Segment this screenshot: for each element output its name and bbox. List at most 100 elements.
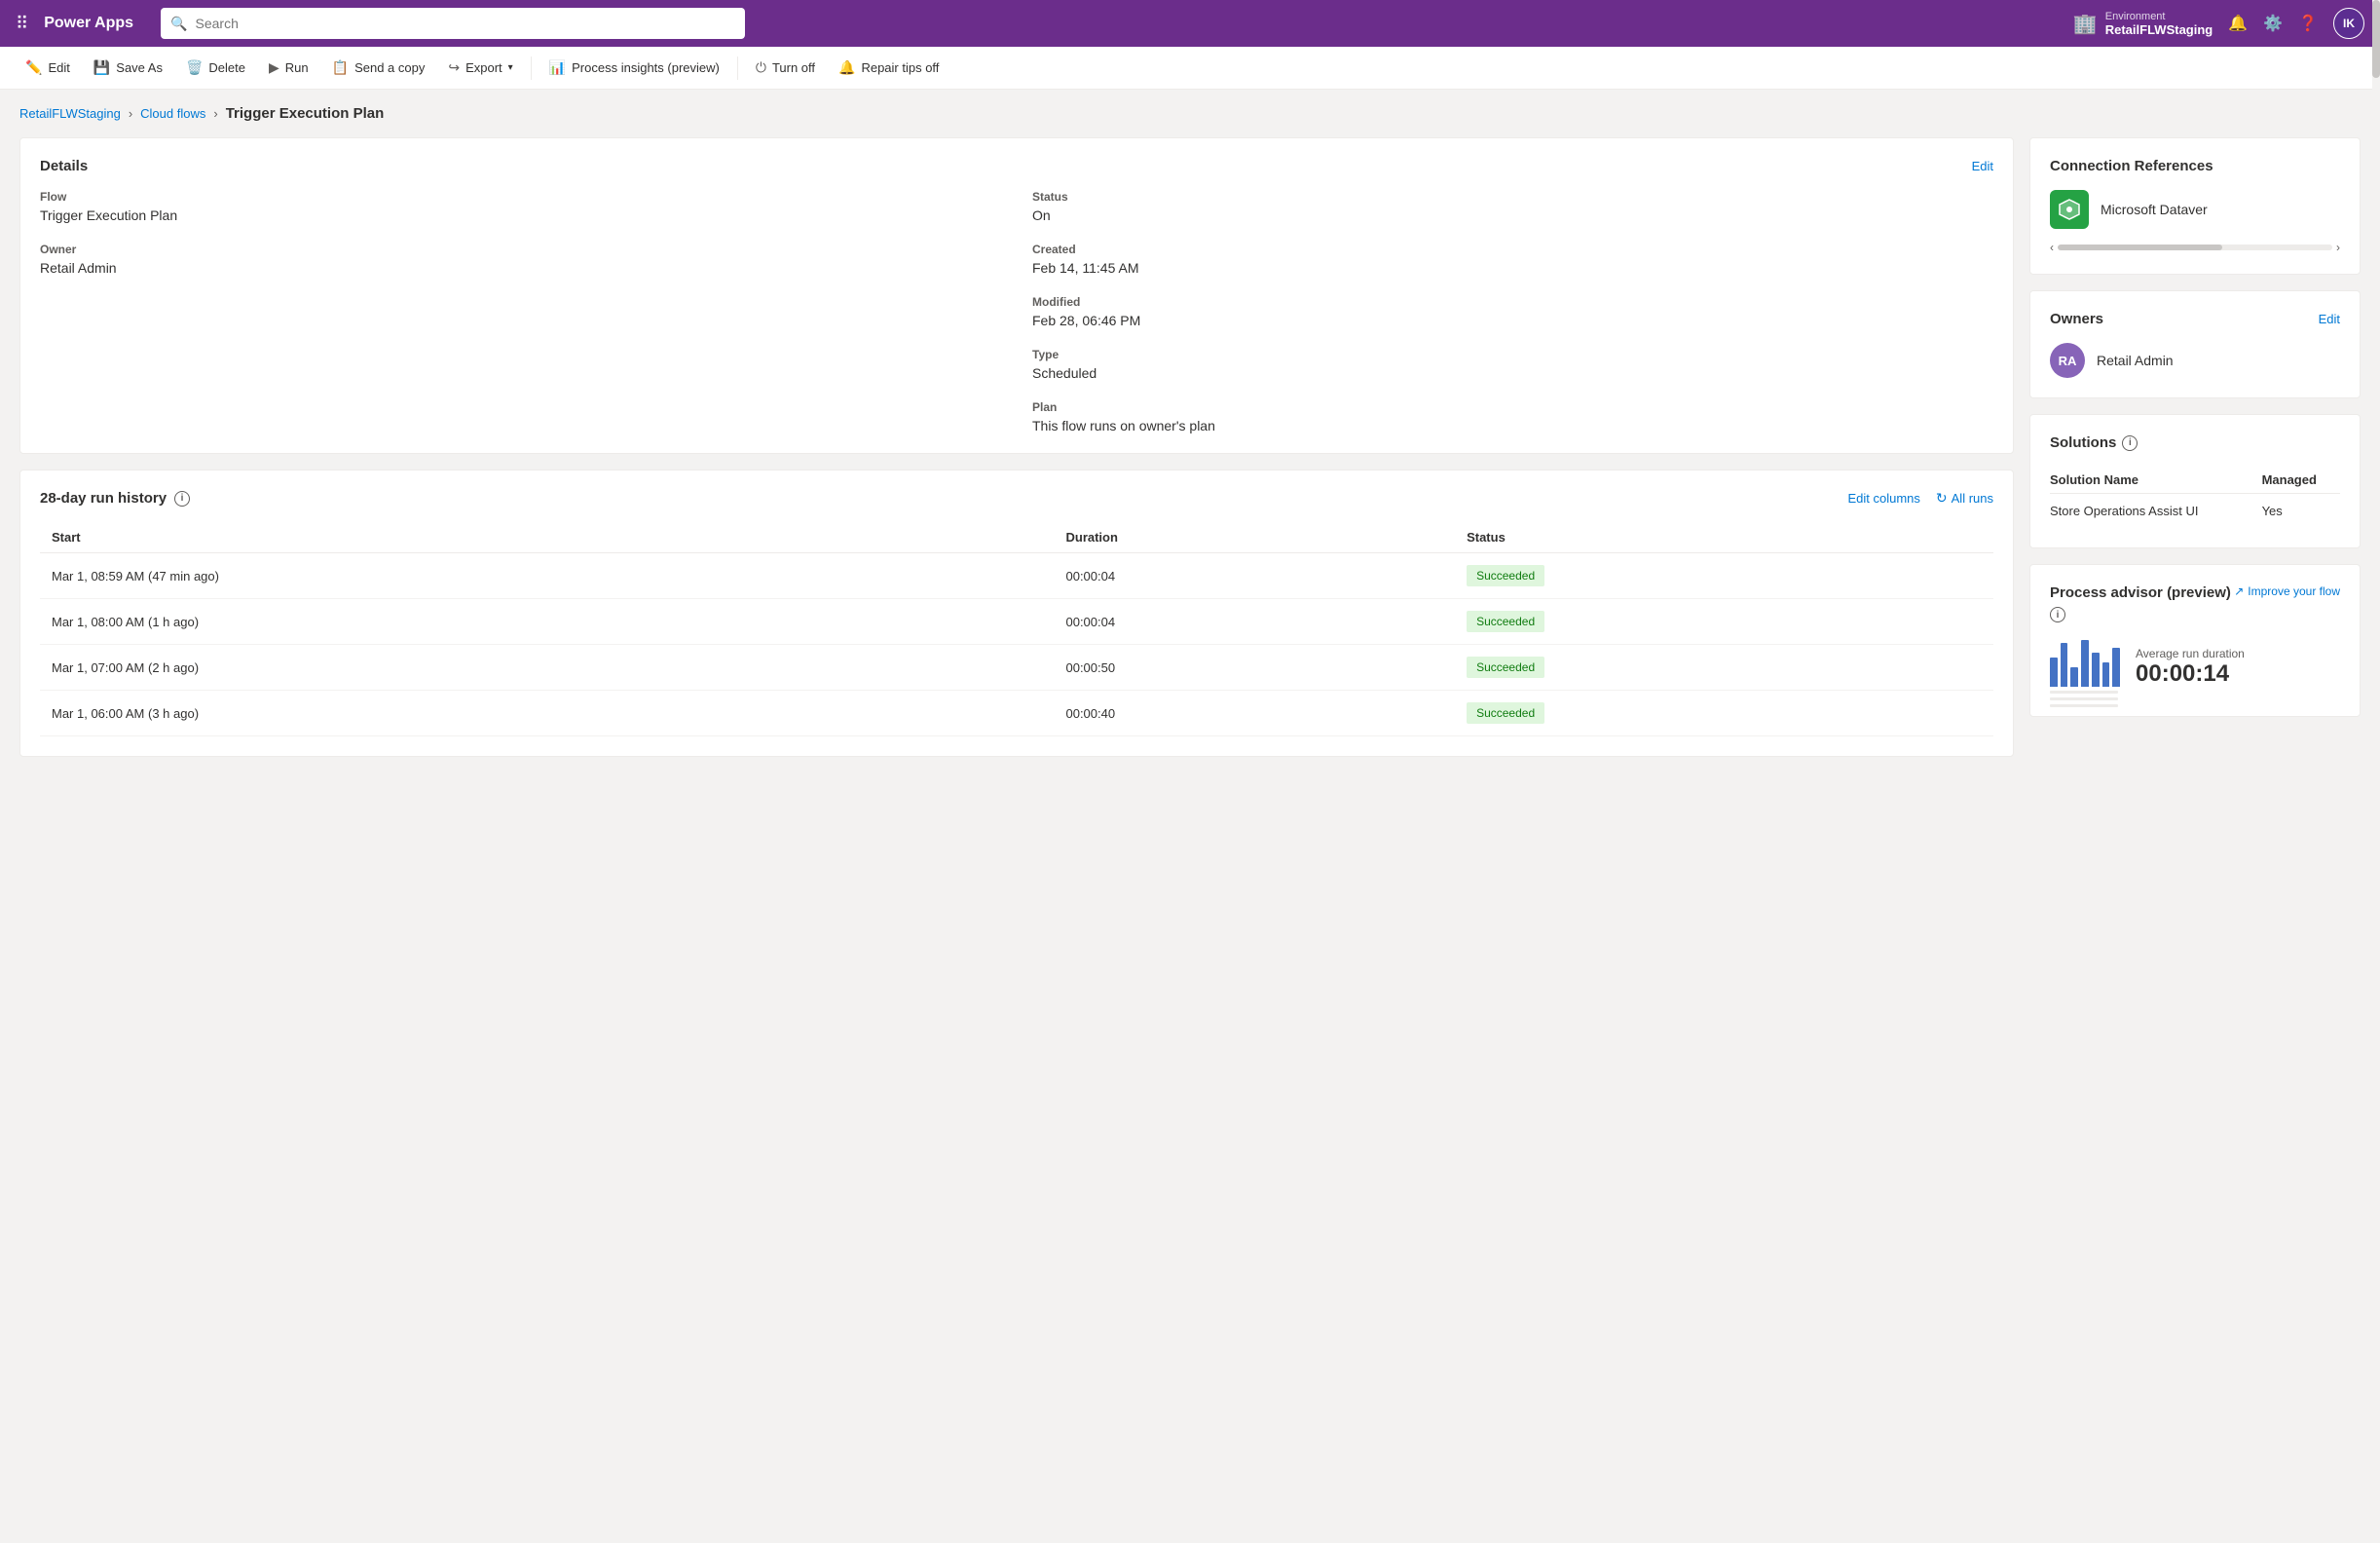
- solutions-info-icon[interactable]: i: [2122, 435, 2138, 451]
- waffle-icon[interactable]: ⠿: [16, 14, 28, 34]
- details-edit-link[interactable]: Edit: [1972, 159, 1993, 173]
- table-row[interactable]: Mar 1, 07:00 AM (2 h ago) 00:00:50 Succe…: [40, 645, 1993, 691]
- run-start: Mar 1, 07:00 AM (2 h ago): [40, 645, 1054, 691]
- environment-icon: 🏢: [2073, 12, 2098, 36]
- plan-detail: Plan This flow runs on owner's plan: [1032, 400, 1993, 433]
- run-start: Mar 1, 06:00 AM (3 h ago): [40, 691, 1054, 736]
- scrollbar-track[interactable]: [2372, 0, 2380, 1543]
- scroll-indicator: ‹ ›: [2050, 241, 2340, 254]
- advisor-content: Average run duration 00:00:14: [2050, 638, 2340, 696]
- notification-button[interactable]: 🔔: [2228, 14, 2248, 33]
- status-badge: Succeeded: [1467, 657, 1544, 678]
- right-column: Connection References Microsoft Dataver …: [2029, 137, 2361, 757]
- improve-flow-link[interactable]: ↗ Improve your flow: [2234, 584, 2340, 598]
- solutions-card: Solutions i Solution Name Managed Store …: [2029, 414, 2361, 548]
- run-duration: 00:00:04: [1054, 553, 1455, 599]
- chart-bar-4: [2081, 640, 2089, 687]
- run-start: Mar 1, 08:00 AM (1 h ago): [40, 599, 1054, 645]
- solutions-header: Solutions i: [2050, 434, 2340, 451]
- owners-edit-link[interactable]: Edit: [2319, 312, 2340, 326]
- table-row[interactable]: Mar 1, 06:00 AM (3 h ago) 00:00:40 Succe…: [40, 691, 1993, 736]
- run-history-header: 28-day run history i Edit columns ↻ All …: [40, 490, 1993, 507]
- run-icon: ▶: [269, 59, 279, 76]
- toolbar-divider-2: [737, 56, 738, 80]
- scroll-thumb: [2058, 245, 2222, 250]
- owners-header: Owners Edit: [2050, 311, 2340, 327]
- owner-label: Owner: [40, 243, 1001, 256]
- search-input[interactable]: [196, 16, 736, 31]
- type-detail: Type Scheduled: [1032, 348, 1993, 381]
- run-status: Succeeded: [1455, 599, 1993, 645]
- col-solution-name: Solution Name: [2050, 467, 2262, 494]
- process-advisor-card: Process advisor (preview) i ↗ Improve yo…: [2029, 564, 2361, 717]
- status-badge: Succeeded: [1467, 565, 1544, 586]
- run-duration: 00:00:40: [1054, 691, 1455, 736]
- save-as-icon: 💾: [93, 59, 110, 76]
- settings-button[interactable]: ⚙️: [2263, 14, 2283, 33]
- run-status: Succeeded: [1455, 645, 1993, 691]
- run-history-header-row: Start Duration Status: [40, 522, 1993, 553]
- breadcrumb-current: Trigger Execution Plan: [226, 105, 385, 122]
- all-runs-link[interactable]: ↻ All runs: [1936, 490, 1993, 507]
- repair-tips-button[interactable]: 🔔 Repair tips off: [829, 54, 948, 82]
- breadcrumb-cloud-flows[interactable]: Cloud flows: [140, 106, 205, 121]
- edit-button[interactable]: ✏️ Edit: [16, 54, 80, 82]
- toolbar: ✏️ Edit 💾 Save As 🗑️ Delete ▶ Run 📋 Send…: [0, 47, 2380, 90]
- delete-icon: 🗑️: [186, 59, 203, 76]
- table-row[interactable]: Mar 1, 08:00 AM (1 h ago) 00:00:04 Succe…: [40, 599, 1993, 645]
- turn-off-button[interactable]: ⏻ Turn off: [746, 54, 825, 82]
- chart-bar-6: [2102, 662, 2110, 687]
- status-value: On: [1032, 207, 1993, 223]
- help-button[interactable]: ❓: [2298, 14, 2318, 33]
- chart-lines: [2050, 691, 2120, 707]
- chart-bars: [2050, 638, 2120, 687]
- scroll-left-icon[interactable]: ‹: [2050, 241, 2054, 254]
- chart-bar-7: [2112, 648, 2120, 687]
- run-history-info-icon[interactable]: i: [174, 491, 190, 507]
- connection-icon: [2050, 190, 2089, 229]
- flow-value: Trigger Execution Plan: [40, 207, 1001, 223]
- advisor-stats: Average run duration 00:00:14: [2136, 647, 2340, 688]
- table-row[interactable]: Mar 1, 08:59 AM (47 min ago) 00:00:04 Su…: [40, 553, 1993, 599]
- connection-references-header: Connection References: [2050, 158, 2340, 174]
- send-copy-button[interactable]: 📋 Send a copy: [322, 54, 435, 82]
- owner-item: RA Retail Admin: [2050, 343, 2340, 378]
- owners-title: Owners: [2050, 311, 2103, 327]
- process-advisor-header: Process advisor (preview) i ↗ Improve yo…: [2050, 584, 2340, 622]
- breadcrumb-env[interactable]: RetailFLWStaging: [19, 106, 121, 121]
- scroll-right-icon[interactable]: ›: [2336, 241, 2340, 254]
- refresh-icon: ↻: [1936, 490, 1948, 507]
- toolbar-divider: [531, 56, 532, 80]
- edit-columns-link[interactable]: Edit columns: [1847, 491, 1919, 506]
- plan-label: Plan: [1032, 400, 1993, 414]
- process-insights-button[interactable]: 📊 Process insights (preview): [539, 54, 729, 82]
- run-start: Mar 1, 08:59 AM (47 min ago): [40, 553, 1054, 599]
- run-button[interactable]: ▶ Run: [259, 54, 318, 82]
- export-chevron-icon: ▾: [508, 62, 513, 73]
- details-card: Details Edit Flow Trigger Execution Plan…: [19, 137, 2014, 454]
- list-item: Store Operations Assist UI Yes: [2050, 494, 2340, 529]
- delete-button[interactable]: 🗑️ Delete: [176, 54, 255, 82]
- process-insights-icon: 📊: [549, 59, 566, 76]
- left-column: Details Edit Flow Trigger Execution Plan…: [19, 137, 2014, 757]
- run-status: Succeeded: [1455, 553, 1993, 599]
- process-advisor-info-icon[interactable]: i: [2050, 607, 2065, 622]
- save-as-button[interactable]: 💾 Save As: [84, 54, 172, 82]
- connection-references-card: Connection References Microsoft Dataver …: [2029, 137, 2361, 275]
- details-grid: Flow Trigger Execution Plan Status On Ow…: [40, 190, 1993, 433]
- search-box[interactable]: 🔍: [161, 8, 745, 39]
- environment-label: Environment: [2105, 11, 2166, 22]
- status-badge: Succeeded: [1467, 702, 1544, 724]
- edit-icon: ✏️: [25, 59, 42, 76]
- chart-line-2: [2050, 697, 2118, 700]
- scrollbar-thumb[interactable]: [2372, 0, 2380, 78]
- turn-off-icon: ⏻: [756, 59, 766, 76]
- environment-info[interactable]: Environment RetailFLWStaging: [2105, 11, 2213, 37]
- run-status: Succeeded: [1455, 691, 1993, 736]
- avatar[interactable]: IK: [2333, 8, 2364, 39]
- export-button[interactable]: ↪ Export ▾: [438, 54, 522, 82]
- owner-value: Retail Admin: [40, 260, 1001, 276]
- chart-bar-3: [2070, 667, 2078, 687]
- created-detail: Created Feb 14, 11:45 AM: [1032, 243, 1993, 276]
- chart-bar-2: [2061, 643, 2068, 687]
